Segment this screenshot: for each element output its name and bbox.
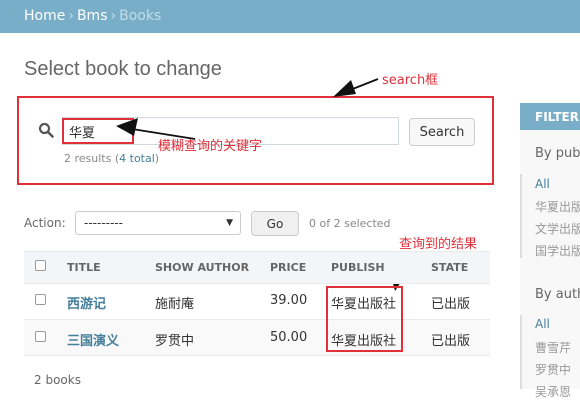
query-result-annotation: 查询到的结果	[399, 237, 478, 252]
filter-item-publish-all[interactable]: All	[535, 177, 550, 191]
go-button[interactable]: Go	[251, 211, 299, 236]
breadcrumb-separator: ›	[68, 8, 74, 24]
filter-title: FILTER	[535, 110, 579, 124]
filter-header: FILTER	[520, 103, 580, 130]
results-count: 2 results (	[64, 152, 120, 165]
book-state: 已出版	[431, 334, 471, 349]
chevron-down-icon: ▼	[226, 218, 233, 228]
breadcrumb-home[interactable]: Home	[24, 8, 65, 24]
search-button[interactable]: Search	[409, 118, 475, 146]
arrow-to-search-box	[333, 78, 379, 97]
selected-count: 0 of 2 selected	[309, 217, 391, 230]
result-annotation-outline	[326, 286, 403, 352]
action-select-value: ---------	[84, 216, 123, 230]
filter-item-author[interactable]: 罗贯中	[535, 361, 571, 378]
book-title-link[interactable]: 西游记	[67, 293, 106, 312]
filter-divider	[520, 174, 522, 258]
column-state[interactable]: STATE	[431, 261, 468, 274]
filter-section-publish: By publish	[535, 146, 580, 161]
search-results-summary: 2 results (4 total)	[64, 152, 159, 165]
filter-section-author: By author	[535, 287, 580, 302]
filter-item-publish[interactable]: 国学出版社	[535, 242, 580, 259]
search-icon	[38, 122, 54, 138]
action-label: Action:	[24, 216, 66, 230]
site-header: Home › Bms › Books	[0, 0, 580, 33]
total-link[interactable]: 4 total	[119, 152, 155, 165]
book-author: 施耐庵	[155, 297, 195, 312]
filter-item-author-all[interactable]: All	[535, 317, 550, 331]
action-select[interactable]: --------- ▼	[75, 211, 241, 235]
select-all-checkbox[interactable]	[35, 260, 46, 271]
breadcrumb: Home › Bms › Books	[24, 8, 161, 24]
filter-item-publish[interactable]: 文学出版社	[535, 220, 580, 237]
filter-item-author[interactable]: 曹雪芹	[535, 339, 571, 356]
breadcrumb-separator: ›	[110, 8, 117, 24]
book-state: 已出版	[431, 297, 471, 312]
column-title[interactable]: TITLE	[67, 261, 101, 274]
book-author: 罗贯中	[155, 334, 195, 349]
column-publish[interactable]: PUBLISH	[331, 261, 385, 274]
row-checkbox[interactable]	[35, 331, 46, 342]
filter-item-author[interactable]: 吴承恩	[535, 383, 571, 400]
page-title: Select book to change	[24, 58, 222, 80]
result-count: 2 books	[34, 373, 81, 387]
filter-item-publish[interactable]: 华夏出版社	[535, 198, 580, 215]
filter-divider	[520, 315, 522, 389]
book-price: 39.00	[270, 293, 308, 308]
column-show-author[interactable]: SHOW AUTHOR	[155, 261, 249, 274]
column-price[interactable]: PRICE	[270, 261, 306, 274]
breadcrumb-current: Books	[119, 8, 162, 24]
search-box-annotation: search框	[382, 73, 439, 88]
breadcrumb-app[interactable]: Bms	[77, 8, 108, 24]
fuzzy-keyword-annotation: 模糊查询的关键字	[158, 139, 263, 154]
row-checkbox[interactable]	[35, 294, 46, 305]
book-price: 50.00	[270, 330, 308, 345]
book-title-link[interactable]: 三国演义	[67, 330, 119, 349]
